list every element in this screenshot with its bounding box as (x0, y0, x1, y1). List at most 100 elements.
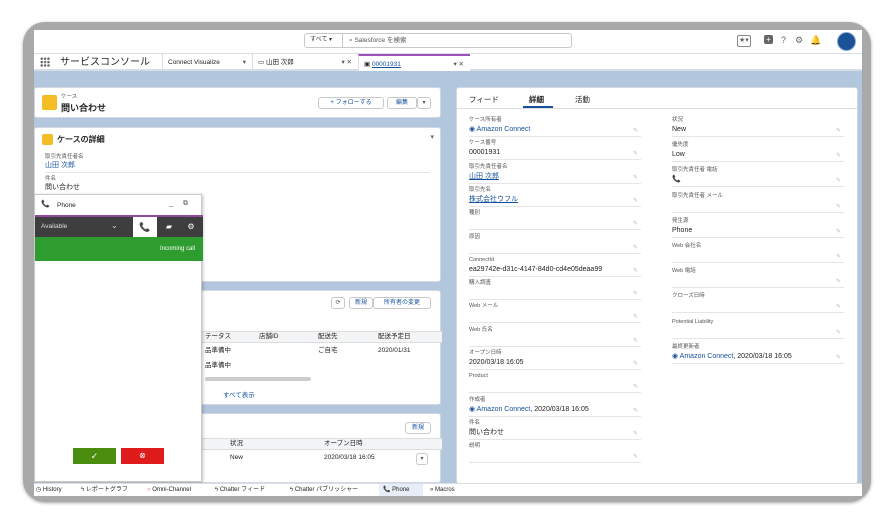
field-value[interactable]: ◉ Amazon Connect, 2020/03/18 16:05 (469, 406, 589, 414)
utility-macros[interactable]: » Macros (430, 484, 455, 496)
tab-activity[interactable]: 活動 (575, 94, 590, 105)
edit-pencil-icon[interactable]: ✎ (836, 329, 841, 336)
edit-pencil-icon[interactable]: ✎ (836, 303, 841, 310)
popout-icon[interactable]: ⧉ (183, 200, 188, 208)
notification-bell-icon[interactable]: 🔔 (810, 35, 821, 45)
user-avatar[interactable] (837, 32, 856, 51)
case-icon (42, 134, 53, 145)
chevron-down-icon[interactable]: ▾ (430, 133, 434, 141)
settings-gear-icon[interactable]: ⚙ (181, 217, 201, 237)
contact-name-link[interactable]: 山田 次郎 (45, 162, 75, 170)
utility-omni-channel[interactable]: ○ Omni-Channel (147, 484, 191, 496)
setup-gear-icon[interactable]: ⚙ (795, 35, 803, 45)
edit-pencil-icon[interactable]: ✎ (836, 152, 841, 159)
edit-pencil-icon[interactable]: ✎ (633, 290, 638, 297)
change-owner-button[interactable]: 所有者の変更 (373, 297, 431, 309)
field-value[interactable]: 山田 次郎 (469, 173, 499, 181)
field-label: 件名 (469, 419, 481, 426)
edit-pencil-icon[interactable]: ✎ (633, 174, 638, 181)
new-button[interactable]: 新規 (405, 422, 431, 434)
edit-pencil-icon[interactable]: ✎ (836, 354, 841, 361)
edit-button[interactable]: 編集 (387, 97, 417, 109)
minimize-icon[interactable]: _ (169, 200, 173, 207)
utility-report-chart[interactable]: ϟ レポートグラフ (81, 484, 128, 496)
edit-pencil-icon[interactable]: ✎ (633, 150, 638, 157)
tab-divider (457, 108, 857, 109)
global-search[interactable]: すべて ▾ ⌕ Salesforce を検索 (304, 33, 572, 48)
edit-pencil-icon[interactable]: ✎ (836, 278, 841, 285)
edit-pencil-icon[interactable]: ✎ (633, 360, 638, 367)
field-divider (469, 345, 641, 347)
edit-pencil-icon[interactable]: ✎ (633, 220, 638, 227)
field-value-text: ea29742e-d31c-4147-84d0-cd4e05deaa99 (469, 265, 603, 273)
edit-pencil-icon[interactable]: ✎ (836, 253, 841, 260)
utility-chatter-feed[interactable]: ϟ Chatter フィード (215, 484, 265, 496)
follow-button[interactable]: + フォローする (318, 97, 384, 109)
refresh-icon[interactable]: ⟳ (331, 297, 345, 309)
phone-icon: 📞 (383, 487, 393, 493)
field-label: オープン日時 (469, 350, 502, 356)
edit-pencil-icon[interactable]: ✎ (633, 407, 638, 414)
field-label: 作成者 (469, 396, 486, 403)
edit-pencil-icon[interactable]: ✎ (633, 337, 638, 344)
field-value-suffix: , 2020/03/18 16:05 (733, 352, 792, 360)
subject-value: 問い合わせ (45, 184, 80, 191)
edit-pencil-icon[interactable]: ✎ (633, 197, 638, 204)
edit-pencil-icon[interactable]: ✎ (633, 244, 638, 251)
field-label: 状況 (672, 117, 684, 123)
row-action-chevron-icon[interactable]: ▾ (416, 453, 428, 465)
field-value[interactable]: 株式会社ウフル (469, 196, 518, 204)
view-all-link[interactable]: すべて表示 (223, 391, 255, 401)
utility-phone[interactable]: 📞 Phone (379, 484, 423, 496)
utility-label: Chatter パブリッシャー (294, 487, 359, 493)
chat-icon[interactable]: ▰ (159, 217, 179, 237)
field-value-text: 山田 次郎 (469, 172, 499, 180)
edit-pencil-icon[interactable]: ✎ (633, 383, 638, 390)
close-icon[interactable]: ▾ ✕ (341, 54, 352, 71)
decline-call-button[interactable]: ⊗ (121, 448, 164, 464)
add-icon[interactable]: + (764, 35, 773, 44)
edit-pencil-icon[interactable]: ✎ (633, 313, 638, 320)
accept-call-button[interactable]: ✓ (73, 448, 116, 464)
utility-chatter-publisher[interactable]: ϟ Chatter パブリッシャー (290, 484, 358, 496)
favorites-star-icon[interactable]: ★▾ (737, 35, 751, 47)
horizontal-scrollbar[interactable] (205, 377, 311, 381)
tab-contact[interactable]: ▭ 山田 次郎 ▾ ✕ (252, 54, 358, 71)
field-label: 取引先責任者名 (45, 154, 84, 160)
tab-details[interactable]: 詳細 (529, 94, 544, 105)
user-avatar-icon: ◉ (469, 126, 477, 133)
chevron-down-icon[interactable]: ⌄ (111, 221, 118, 230)
search-scope[interactable]: すべて ▾ (305, 34, 343, 47)
edit-pencil-icon[interactable]: ✎ (836, 177, 841, 184)
field-value[interactable]: ◉ Amazon Connect (469, 126, 530, 134)
field-value-text: 株式会社ウフル (469, 195, 518, 203)
utility-history[interactable]: ◷ History (36, 484, 62, 496)
field-divider (672, 287, 844, 289)
field-value[interactable]: ◉ Amazon Connect, 2020/03/18 16:05 (672, 353, 792, 361)
tab-connect-visualize[interactable]: Connect Visualize ▾ (162, 54, 252, 71)
edit-pencil-icon[interactable]: ✎ (633, 453, 638, 460)
tab-case[interactable]: ▣ 00001931 ▾ ✕ (358, 54, 470, 71)
app-launcher-icon[interactable] (40, 57, 50, 67)
field-value: ea29742e-d31c-4147-84d0-cd4e05deaa99 (469, 266, 602, 274)
chevron-down-icon[interactable]: ▾ (417, 97, 431, 109)
help-icon[interactable]: ? (781, 35, 786, 45)
edit-pencil-icon[interactable]: ✎ (836, 228, 841, 235)
agent-status-select[interactable]: Available (41, 223, 67, 230)
edit-pencil-icon[interactable]: ✎ (836, 203, 841, 210)
table-cell: ご自宅 (318, 347, 338, 354)
field-divider (469, 462, 641, 464)
close-icon[interactable]: ▾ ✕ (453, 56, 464, 73)
tab-feed[interactable]: フィード (469, 94, 499, 105)
edit-pencil-icon[interactable]: ✎ (836, 127, 841, 134)
edit-pencil-icon[interactable]: ✎ (633, 127, 638, 134)
new-button[interactable]: 新規 (349, 297, 373, 309)
edit-pencil-icon[interactable]: ✎ (633, 430, 638, 437)
chevron-down-icon[interactable]: ▾ (243, 54, 246, 71)
field-label: 取引先責任者 メール (672, 192, 724, 199)
phone-icon[interactable]: 📞 (672, 176, 681, 183)
field-label: 取引先名 (469, 186, 492, 193)
edit-pencil-icon[interactable]: ✎ (633, 267, 638, 274)
phone-tab-icon[interactable]: 📞 (133, 217, 157, 237)
search-placeholder-text: Salesforce を検索 (354, 37, 407, 44)
